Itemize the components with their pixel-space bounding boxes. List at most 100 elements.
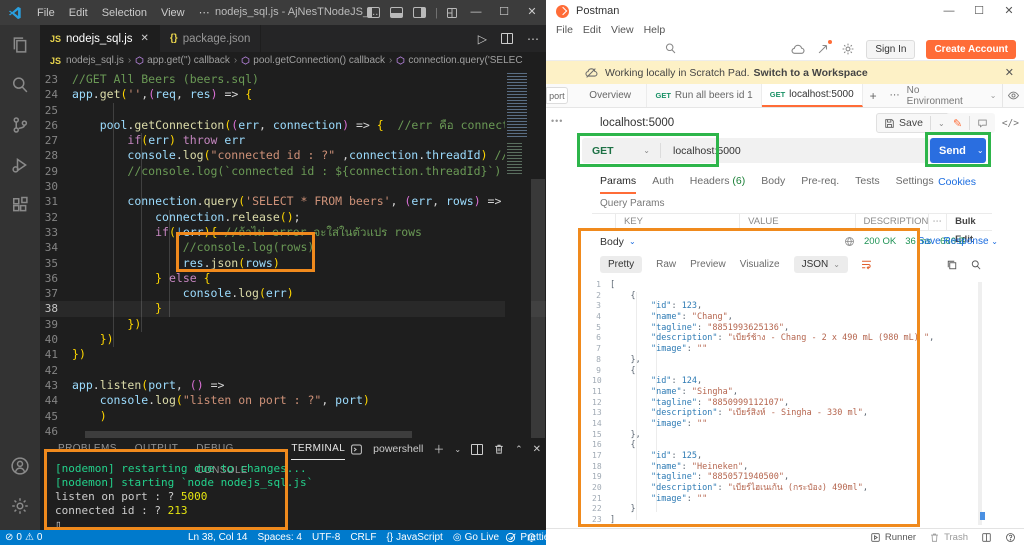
settings-gear-icon[interactable] — [10, 486, 30, 530]
rename-pencil-icon[interactable]: ✎ — [946, 117, 969, 130]
shell-selector[interactable]: powershell — [373, 443, 423, 455]
tab-problems[interactable]: PROBLEMS — [58, 438, 117, 460]
param-checkbox-column[interactable] — [592, 213, 616, 231]
go-live-button[interactable]: ◎ Go Live — [453, 532, 499, 543]
menu-help[interactable]: Help — [644, 24, 666, 36]
params-more-icon[interactable]: ⋯ — [928, 213, 948, 231]
run-debug-icon[interactable] — [10, 145, 30, 185]
terminal-dropdown-icon[interactable]: ⌄ — [454, 445, 461, 454]
response-body-json[interactable]: 1[2 {3 "id": 123,4 "name": "Chang",5 "ta… — [592, 280, 987, 526]
editor-vertical-scrollbar[interactable] — [531, 179, 545, 438]
sign-in-button[interactable]: Sign In — [866, 40, 915, 59]
comment-icon[interactable] — [970, 118, 995, 129]
toggle-panel-icon[interactable] — [390, 7, 403, 18]
customize-layout-icon[interactable] — [446, 7, 458, 19]
eol-sequence[interactable]: CRLF — [350, 532, 376, 543]
switch-workspace-link[interactable]: Switch to a Workspace — [754, 67, 868, 79]
banner-close-icon[interactable]: ✕ — [1005, 66, 1024, 79]
column-key[interactable]: KEY — [616, 213, 740, 231]
tab-overview[interactable]: Overview — [574, 84, 648, 107]
close-panel-icon[interactable]: ✕ — [533, 444, 541, 455]
feedback-icon[interactable] — [505, 532, 516, 543]
language-mode[interactable]: {} JavaScript — [386, 532, 442, 543]
maximize-button[interactable]: ☐ — [490, 0, 518, 25]
search-response-icon[interactable] — [970, 259, 982, 271]
url-input[interactable]: localhost:5000 — [661, 145, 741, 157]
split-terminal-icon[interactable] — [471, 444, 483, 455]
breadcrumb-item[interactable]: connection.query('SELEC — [408, 55, 522, 66]
tab-headers[interactable]: Headers (6) — [690, 170, 745, 194]
create-account-button[interactable]: Create Account — [926, 40, 1016, 59]
menu-view[interactable]: View — [154, 7, 192, 19]
save-button[interactable]: Save — [877, 117, 930, 129]
sync-cloud-icon[interactable] — [790, 42, 805, 57]
settings-gear-icon[interactable] — [841, 42, 855, 56]
minimap[interactable] — [505, 69, 531, 438]
maximize-button[interactable]: ☐ — [964, 0, 994, 22]
extensions-icon[interactable] — [10, 185, 30, 225]
menu-more[interactable]: ⋯ — [192, 6, 217, 19]
view-raw-button[interactable]: Raw — [656, 259, 676, 270]
breadcrumb-item[interactable]: app.get('') callback — [147, 55, 230, 66]
explorer-icon[interactable] — [10, 25, 30, 65]
cookies-link[interactable]: Cookies — [938, 176, 976, 188]
help-icon[interactable] — [1005, 532, 1016, 543]
wrap-lines-icon[interactable] — [860, 258, 873, 271]
minimize-button[interactable]: — — [462, 0, 490, 25]
new-terminal-icon[interactable]: ＋ — [433, 441, 444, 457]
network-globe-icon[interactable] — [844, 236, 855, 247]
menu-file[interactable]: File — [30, 7, 62, 19]
view-visualize-button[interactable]: Visualize — [740, 259, 780, 270]
method-selector[interactable]: GET ⌄ — [582, 145, 660, 157]
run-file-icon[interactable]: ▷ — [478, 32, 487, 46]
breadcrumb-item[interactable]: pool.getConnection() callback — [253, 55, 385, 66]
notifications-bell-icon[interactable] — [526, 532, 537, 543]
problems-status[interactable]: ⊘0 ⚠0 — [5, 532, 42, 543]
environment-selector[interactable]: No Environment ⌄ — [907, 85, 1003, 107]
menu-edit[interactable]: Edit — [583, 24, 601, 36]
cursor-position[interactable]: Ln 38, Col 14 — [188, 532, 248, 543]
tab-settings[interactable]: Settings — [896, 170, 934, 194]
format-selector[interactable]: JSON ⌄ — [794, 256, 848, 273]
trash-button[interactable]: Trash — [929, 532, 968, 543]
menu-selection[interactable]: Selection — [95, 7, 154, 19]
search-icon[interactable] — [664, 42, 677, 55]
indentation[interactable]: Spaces: 4 — [258, 532, 302, 543]
tab-run-all-beers[interactable]: GET Run all beers id 1 — [647, 84, 761, 107]
tab-terminal[interactable]: TERMINAL — [291, 438, 345, 460]
response-status[interactable]: 200 OK — [864, 236, 896, 247]
tab-prerequest[interactable]: Pre-req. — [801, 170, 839, 194]
close-button[interactable]: ✕ — [518, 0, 546, 25]
column-value[interactable]: VALUE — [740, 213, 855, 231]
search-icon[interactable] — [10, 65, 30, 105]
menu-edit[interactable]: Edit — [62, 7, 95, 19]
view-pretty-button[interactable]: Pretty — [600, 256, 642, 273]
tab-close-icon[interactable]: ✕ — [141, 33, 149, 44]
runner-button[interactable]: Runner — [870, 532, 916, 543]
send-button[interactable]: Send ⌄ — [930, 138, 986, 163]
split-editor-icon[interactable] — [501, 33, 513, 44]
tab-body[interactable]: Body — [761, 170, 785, 194]
tab-options-icon[interactable]: ⋯ — [884, 84, 907, 107]
environment-quick-look-icon[interactable] — [1002, 84, 1024, 108]
response-scrollbar[interactable] — [978, 282, 982, 525]
encoding[interactable]: UTF-8 — [312, 532, 340, 543]
code-snippet-toggle[interactable]: </> — [1002, 118, 1019, 129]
tab-debug-console[interactable]: DEBUG CONSOLE — [196, 438, 273, 460]
menu-file[interactable]: File — [556, 24, 573, 36]
tab-auth[interactable]: Auth — [652, 170, 674, 194]
capture-requests-icon[interactable] — [816, 42, 830, 56]
response-body-selector[interactable]: Body ⌄ — [600, 236, 636, 248]
tab-params[interactable]: Params — [600, 170, 636, 194]
toggle-secondary-sidebar-icon[interactable] — [413, 7, 426, 18]
source-control-icon[interactable] — [10, 105, 30, 145]
copy-response-icon[interactable] — [946, 259, 958, 271]
kill-terminal-icon[interactable] — [493, 443, 505, 455]
view-preview-button[interactable]: Preview — [690, 259, 726, 270]
new-tab-icon[interactable]: + — [863, 84, 884, 107]
editor-more-actions-icon[interactable]: ⋯ — [527, 32, 539, 46]
breadcrumb[interactable]: JS nodejs_sql.js › app.get('') callback … — [40, 52, 546, 69]
editor-horizontal-scrollbar[interactable] — [85, 431, 412, 438]
tab-package-json[interactable]: {} package.json — [160, 25, 262, 52]
send-dropdown-icon[interactable]: ⌄ — [972, 146, 989, 155]
